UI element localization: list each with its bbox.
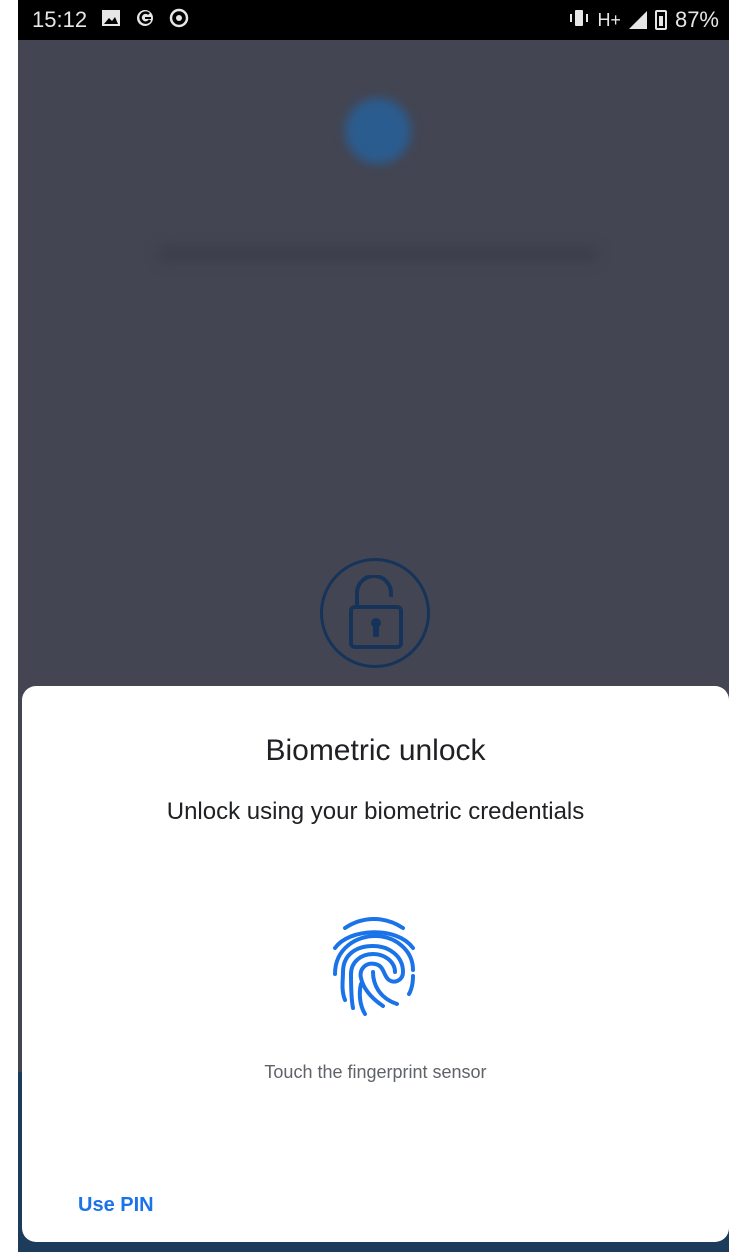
status-right: H+ 87% — [569, 7, 719, 33]
use-pin-button[interactable]: Use PIN — [78, 1194, 154, 1217]
blurred-avatar — [345, 98, 411, 164]
fingerprint-icon — [325, 914, 421, 1020]
network-type: H+ — [597, 9, 621, 30]
battery-icon — [654, 10, 667, 30]
unlock-icon — [320, 558, 430, 668]
image-icon — [101, 9, 121, 31]
clock: 15:12 — [32, 7, 88, 32]
blurred-account-title — [188, 170, 568, 216]
status-bar: 15:12 H+ 87% — [18, 0, 729, 40]
battery-percent: 87% — [674, 7, 719, 32]
signal-icon — [628, 11, 647, 29]
dialog-subtitle: Unlock using your biometric credentials — [166, 798, 585, 825]
sync-icon — [169, 8, 189, 32]
g-icon — [135, 8, 155, 32]
status-left: 15:12 — [32, 7, 189, 33]
fingerprint-hint: Touch the fingerprint sensor — [264, 1062, 487, 1082]
blurred-divider — [158, 246, 598, 262]
vibrate-icon — [569, 9, 589, 31]
screen: 15:12 H+ 87% Biometric unlock Unlock usi… — [18, 0, 729, 1252]
biometric-dialog: Biometric unlock Unlock using your biome… — [22, 686, 729, 1242]
dialog-title: Biometric unlock — [265, 734, 486, 767]
